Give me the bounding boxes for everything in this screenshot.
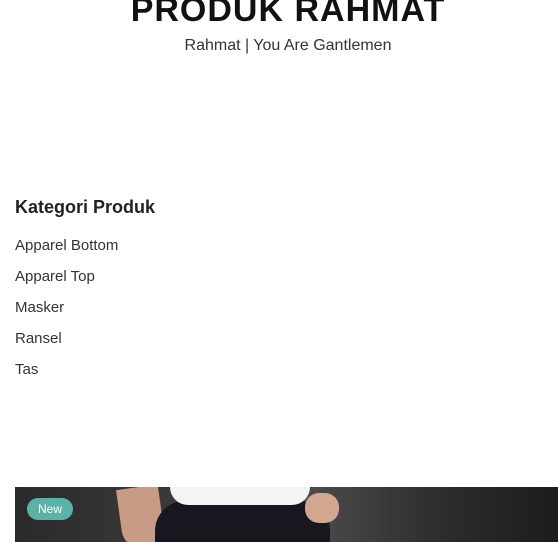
new-badge: New [27,498,74,520]
category-item-ransel[interactable]: Ransel [15,329,118,360]
site-tagline: Rahmat | You Are Gantlemen [184,37,392,54]
category-item-apparel-top[interactable]: Apparel Top [15,267,118,298]
category-item-masker[interactable]: Masker [15,298,118,329]
category-list: Apparel Bottom Apparel Top Masker Ransel… [15,236,118,391]
site-title: PRODUK RAHMAT [130,0,446,29]
category-item-apparel-bottom[interactable]: Apparel Bottom [15,236,118,267]
product-image[interactable]: New [15,487,558,542]
model-hand [305,493,339,523]
model-pants [155,501,330,542]
category-heading: Kategori Produk [15,197,156,217]
model-shirt [170,487,310,505]
category-item-tas[interactable]: Tas [15,360,118,391]
page: PRODUK RAHMAT Rahmat | You Are Gantlemen… [0,0,558,542]
